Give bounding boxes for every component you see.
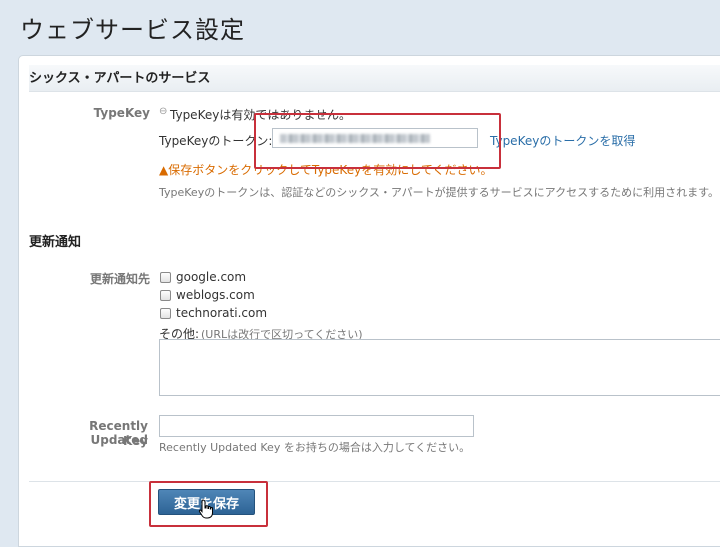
checkbox-technorati[interactable]	[160, 308, 171, 319]
form-divider	[29, 481, 720, 482]
checkbox-weblogs[interactable]	[160, 290, 171, 301]
typekey-label: TypeKey	[93, 106, 150, 120]
hand-cursor-icon	[198, 499, 213, 519]
checkbox-label-google: google.com	[176, 270, 247, 284]
other-urls-textarea[interactable]	[159, 339, 720, 396]
section-title-six-apart: シックス・アパートのサービス	[29, 71, 211, 86]
recently-updated-hint: Recently Updated Key をお持ちの場合は入力してください。	[159, 441, 471, 454]
checkbox-google[interactable]	[160, 272, 171, 283]
get-token-link[interactable]: TypeKeyのトークンを取得	[490, 132, 635, 149]
disabled-status-icon: ⊖	[159, 106, 168, 117]
typekey-description: TypeKeyのトークンは、認証などのシックス・アパートが提供するサービスにアク…	[159, 186, 720, 199]
update-services-label: 更新通知先	[89, 272, 150, 286]
page-title: ウェブサービス設定	[20, 16, 245, 44]
checkbox-label-technorati: technorati.com	[176, 306, 268, 320]
recently-updated-key-input[interactable]	[159, 415, 474, 437]
section-title-update-ping: 更新通知	[29, 235, 82, 250]
recently-updated-label-line2: Key	[122, 434, 148, 448]
checkbox-label-weblogs: weblogs.com	[176, 288, 255, 302]
token-highlight-callout	[254, 113, 501, 169]
